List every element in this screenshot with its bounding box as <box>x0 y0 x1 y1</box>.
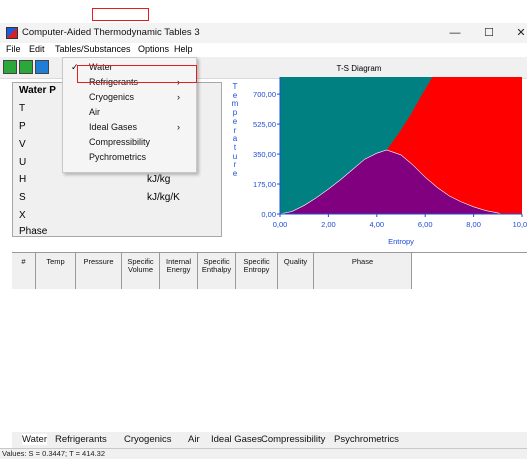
prop-label-phase: Phase <box>19 226 48 237</box>
dropdown-item-compressibility[interactable]: Compressibility <box>89 137 150 147</box>
dropdown-item-air[interactable]: Air <box>89 107 100 117</box>
prop-unit-h: kJ/kg <box>147 174 171 185</box>
grid-column-header[interactable]: Phase <box>314 253 412 289</box>
prop-label-h: H <box>19 174 27 185</box>
menu-edit[interactable]: Edit <box>29 44 45 54</box>
minimize-button[interactable]: — <box>444 25 466 41</box>
grid-column-header[interactable]: Specific Entropy <box>236 253 278 289</box>
title-bar: Computer-Aided Thermodynamic Tables 3 — … <box>0 23 527 43</box>
dropdown-item-ideal-gases[interactable]: Ideal Gases <box>89 122 137 132</box>
prop-label-p: P <box>19 121 26 132</box>
prop-label-v: V <box>19 139 26 150</box>
status-bar: Values: S = 0.3447; T = 414.32 <box>0 448 527 459</box>
chart-title: T-S Diagram <box>337 64 382 73</box>
annotation-box-refrigerants <box>77 65 197 83</box>
tab-water[interactable]: Water <box>22 434 47 445</box>
dropdown-item-pychrometrics[interactable]: Pychrometrics <box>89 152 146 162</box>
close-button[interactable]: ✕ <box>510 25 527 41</box>
x-tick-label: 2,00 <box>321 220 336 229</box>
x-axis-label: Entropy <box>388 237 414 246</box>
prop-label-t: T <box>19 103 26 114</box>
menu-tables-substances[interactable]: Tables/Substances <box>55 44 131 54</box>
window-title: Computer-Aided Thermodynamic Tables 3 <box>22 27 200 38</box>
dropdown-item-cryogenics[interactable]: Cryogenics <box>89 92 134 102</box>
toolbar-green-icon[interactable] <box>3 60 17 74</box>
grid-column-header[interactable]: Specific Enthalpy <box>198 253 236 289</box>
x-tick-label: 8,00 <box>466 220 481 229</box>
grid-column-header[interactable]: Pressure <box>76 253 122 289</box>
submenu-arrow-icon: › <box>177 92 180 102</box>
y-tick-label: 525,00 <box>253 120 276 129</box>
menu-file[interactable]: File <box>6 44 21 54</box>
grid-header: # Temp Pressure Specific Volume Internal Energ… <box>12 253 412 289</box>
y-axis-label: Temperature <box>230 82 240 179</box>
substance-tabbar: Water Refrigerants Cryogenics Air Ideal Gase… <box>12 432 527 448</box>
annotation-box-top <box>92 8 149 21</box>
y-tick-label: 700,00 <box>253 90 276 99</box>
toolbar-chart-icon[interactable] <box>19 60 33 74</box>
x-tick-label: 6,00 <box>418 220 433 229</box>
submenu-arrow-icon: › <box>177 122 180 132</box>
y-axis-label-char: e <box>232 169 238 179</box>
x-tick-label: 10,00 <box>513 220 527 229</box>
y-tick-label: 175,00 <box>253 180 276 189</box>
ts-diagram-chart: T-S Diagram 0,00 2,00 4,00 6,00 8,00 10,00 0,0… <box>253 64 527 246</box>
toolbar-blue-icon[interactable] <box>35 60 49 74</box>
menu-bar: File Edit Tables/Substances Options Help <box>0 43 527 57</box>
tab-ideal-gases[interactable]: Ideal Gases <box>211 434 262 445</box>
y-tick-label: 0,00 <box>261 210 276 219</box>
tab-compressibility[interactable]: Compressibility <box>261 434 325 445</box>
tab-psychrometrics[interactable]: Psychrometrics <box>334 434 399 445</box>
status-text: Values: S = 0.3447; T = 414.32 <box>2 449 105 458</box>
tab-air[interactable]: Air <box>188 434 200 445</box>
properties-title: Water P <box>19 85 56 96</box>
grid-column-header[interactable]: Specific Volume <box>122 253 160 289</box>
x-tick-label: 0,00 <box>273 220 288 229</box>
grid-column-header[interactable]: Quality <box>278 253 314 289</box>
prop-label-u: U <box>19 157 27 168</box>
menu-options[interactable]: Options <box>138 44 169 54</box>
grid-column-header[interactable]: # <box>12 253 36 289</box>
grid-column-header[interactable]: Internal Energy <box>160 253 198 289</box>
app-icon <box>6 27 18 39</box>
maximize-button[interactable]: ☐ <box>478 25 500 41</box>
tab-cryogenics[interactable]: Cryogenics <box>124 434 172 445</box>
prop-label-s: S <box>19 192 26 203</box>
menu-help[interactable]: Help <box>174 44 193 54</box>
y-tick-label: 350,00 <box>253 150 276 159</box>
prop-unit-s: kJ/kg/K <box>147 192 180 203</box>
prop-label-x: X <box>19 210 26 221</box>
tab-refrigerants[interactable]: Refrigerants <box>55 434 107 445</box>
x-tick-label: 4,00 <box>369 220 384 229</box>
plot-area <box>279 77 522 215</box>
grid-column-header[interactable]: Temp <box>36 253 76 289</box>
